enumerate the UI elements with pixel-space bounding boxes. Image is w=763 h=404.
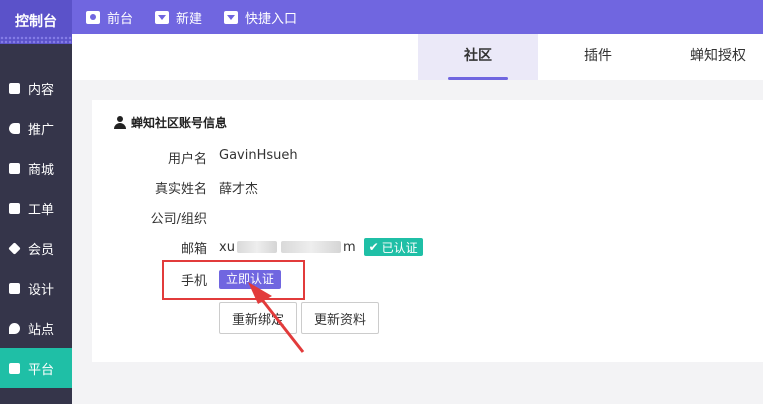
platform-icon <box>9 362 20 374</box>
topnav-new-label: 新建 <box>176 11 203 27</box>
topnav-frontend-label: 前台 <box>107 11 134 27</box>
email-row: 邮箱 xu m ✔ 已认证 <box>92 238 763 258</box>
email-value: xu m ✔ 已认证 <box>219 238 423 256</box>
sidebar-item-label: 平台 <box>28 362 55 378</box>
brand-title: 控制台 <box>15 14 57 30</box>
shop-icon <box>9 162 20 174</box>
topnav-frontend[interactable]: 前台 <box>86 8 133 27</box>
sidebar: 内容 推广 商城 工单 会员 设计 站点 平台 <box>0 44 72 404</box>
email-verified-text: 已认证 <box>381 240 418 255</box>
sidebar-item-label: 商城 <box>28 162 55 178</box>
diamond-icon <box>8 241 21 255</box>
user-icon <box>114 116 126 129</box>
sidebar-item-platform[interactable]: 平台 <box>0 348 72 388</box>
brand-logo[interactable]: 控制台 <box>0 0 72 44</box>
realname-value: 薛才杰 <box>219 182 259 197</box>
ticket-icon <box>9 202 20 214</box>
username-value: GavinHsueh <box>219 148 298 163</box>
top-nav: 前台 新建 快捷入口 <box>86 0 297 34</box>
sidebar-item-label: 设计 <box>28 282 55 298</box>
sidebar-item-design[interactable]: 设计 <box>0 268 72 308</box>
email-label: 邮箱 <box>180 242 207 257</box>
sidebar-item-label: 推广 <box>28 122 55 138</box>
eye-icon <box>86 10 100 24</box>
check-icon: ✔ <box>368 240 379 254</box>
sidebar-item-promotion[interactable]: 推广 <box>0 108 72 148</box>
username-row: 用户名 GavinHsueh <box>92 148 763 168</box>
company-row: 公司/组织 <box>92 208 763 228</box>
email-suffix: m <box>342 239 356 255</box>
email-redaction <box>236 241 277 253</box>
tab-label: 社区 <box>464 48 492 64</box>
sidebar-item-label: 内容 <box>28 82 55 98</box>
active-tab-indicator <box>448 77 508 80</box>
sidebar-item-label: 站点 <box>28 322 55 338</box>
realname-row: 真实姓名 薛才杰 <box>92 178 763 198</box>
tab-bar: 社区 插件 蝉知授权 <box>72 34 763 80</box>
document-icon <box>9 82 20 94</box>
sidebar-item-label: 工单 <box>28 202 55 218</box>
sidebar-item-members[interactable]: 会员 <box>0 228 72 268</box>
tab-label: 插件 <box>584 48 612 64</box>
username-label: 用户名 <box>167 152 207 167</box>
tab-community[interactable]: 社区 <box>418 34 538 80</box>
topnav-shortcuts[interactable]: 快捷入口 <box>224 8 297 27</box>
tab-label: 蝉知授权 <box>690 48 746 64</box>
tab-plugins[interactable]: 插件 <box>538 34 658 80</box>
caret-down-icon <box>155 10 170 24</box>
brand-pattern <box>0 36 72 44</box>
email-prefix: xu <box>219 239 235 255</box>
email-redaction <box>280 241 341 253</box>
design-icon <box>9 282 20 294</box>
email-verified-badge: ✔ 已认证 <box>363 238 423 256</box>
sidebar-item-site[interactable]: 站点 <box>0 308 72 348</box>
card-title-text: 蝉知社区账号信息 <box>131 116 228 130</box>
highlight-box <box>162 260 305 300</box>
topnav-new[interactable]: 新建 <box>155 8 202 27</box>
topnav-shortcuts-label: 快捷入口 <box>245 11 298 27</box>
tab-license[interactable]: 蝉知授权 <box>658 34 763 80</box>
update-profile-button[interactable]: 更新资料 <box>301 302 379 334</box>
account-info-card: 蝉知社区账号信息 用户名 GavinHsueh 真实姓名 薛才杰 公司/组织 邮… <box>92 100 763 362</box>
sidebar-item-ticket[interactable]: 工单 <box>0 188 72 228</box>
realname-label: 真实姓名 <box>154 182 207 197</box>
sidebar-item-label: 会员 <box>28 242 55 258</box>
sidebar-item-content[interactable]: 内容 <box>0 68 72 108</box>
megaphone-icon <box>9 122 20 134</box>
caret-down-icon <box>224 10 239 24</box>
card-title: 蝉知社区账号信息 <box>114 114 227 131</box>
sidebar-item-shop[interactable]: 商城 <box>0 148 72 188</box>
rebind-button[interactable]: 重新绑定 <box>219 302 297 334</box>
location-icon <box>9 322 20 334</box>
company-label: 公司/组织 <box>150 212 207 227</box>
